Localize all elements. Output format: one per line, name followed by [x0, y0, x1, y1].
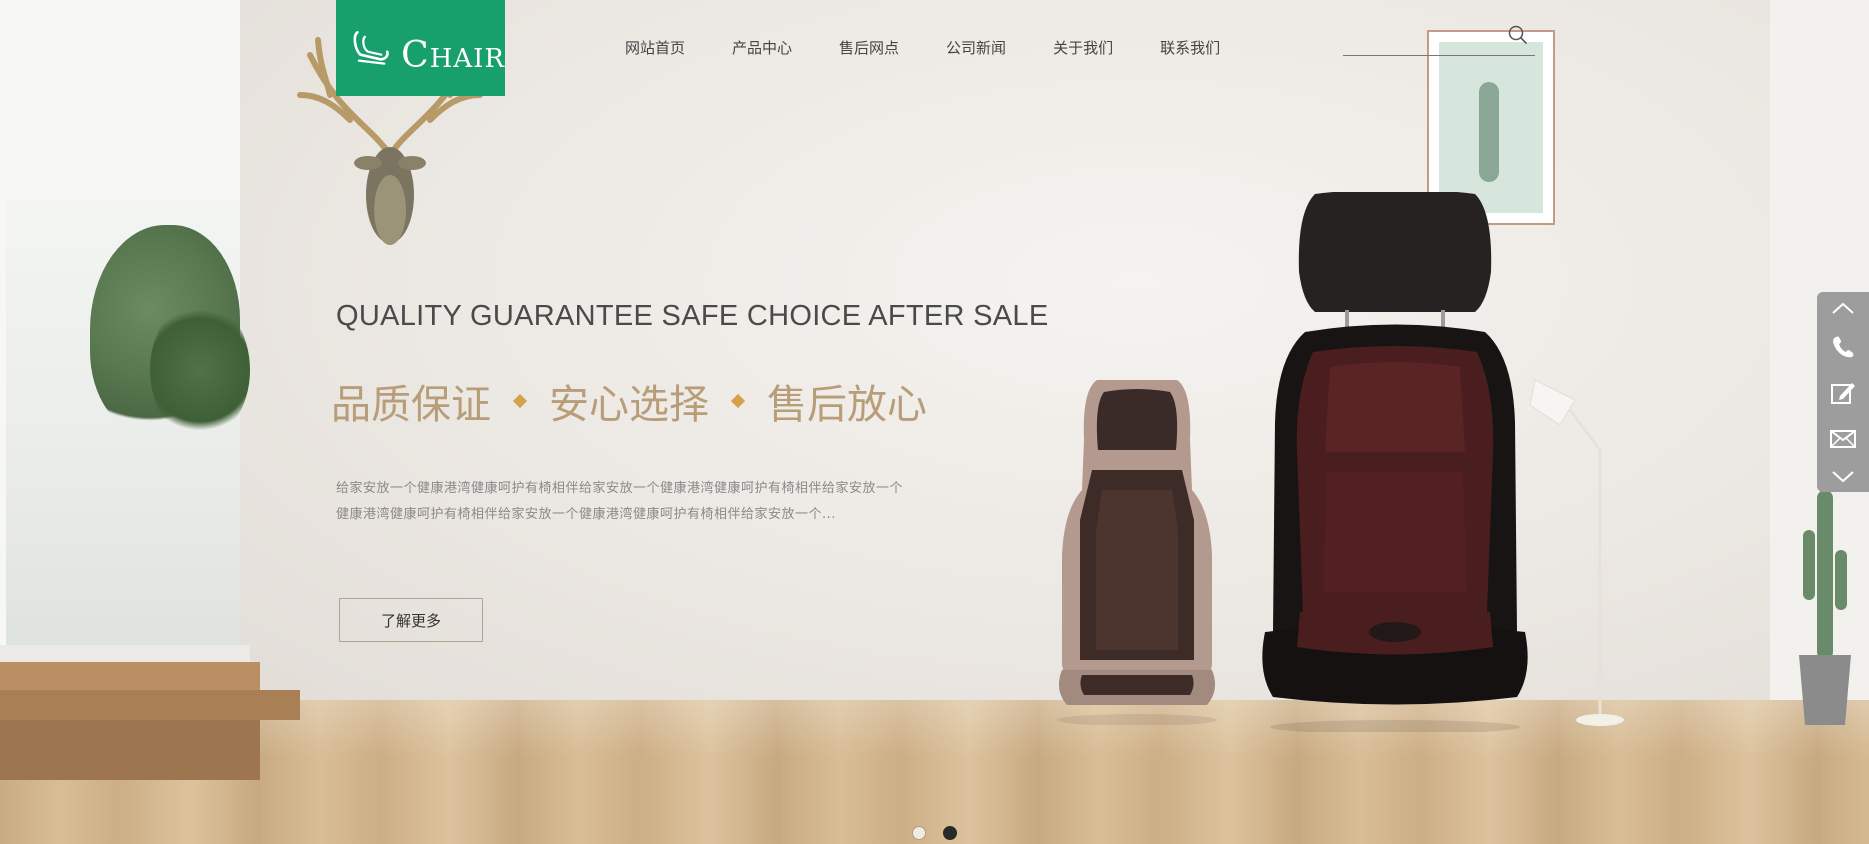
tree-shadow	[150, 300, 250, 440]
potted-plant	[1799, 490, 1851, 725]
hero-background	[0, 0, 1869, 844]
nav-contact[interactable]: 联系我们	[1160, 36, 1220, 60]
step	[0, 662, 260, 690]
diamond-separator-icon	[512, 393, 528, 409]
main-nav: 网站首页 产品中心 售后网点 公司新闻 关于我们 联系我们	[625, 36, 1267, 60]
nav-service-points[interactable]: 售后网点	[839, 36, 899, 60]
hero-title-cn-2: 安心选择	[549, 382, 709, 428]
cactus-illustration	[1479, 82, 1499, 182]
phone-button[interactable]	[1817, 324, 1869, 370]
chevron-up-icon	[1832, 302, 1854, 314]
nav-about[interactable]: 关于我们	[1053, 36, 1113, 60]
search-input[interactable]	[1343, 28, 1507, 54]
frame-picture	[1439, 42, 1543, 213]
nav-home[interactable]: 网站首页	[625, 36, 685, 60]
hero-title-cn: 品质保证 安心选择 售后放心	[331, 372, 927, 430]
window-ledge	[0, 645, 250, 663]
slide-dot-1[interactable]	[912, 826, 926, 840]
scroll-down-button[interactable]	[1817, 462, 1869, 492]
search-icon[interactable]	[1507, 24, 1529, 46]
slider-pagination	[912, 826, 974, 840]
hero-description: 给家安放一个健康港湾健康呵护有椅相伴给家安放一个健康港湾健康呵护有椅相伴给家安放…	[336, 481, 904, 522]
product-image-massage-cushion-small[interactable]	[1042, 380, 1232, 725]
hero-title-cn-1: 品质保证	[331, 382, 491, 428]
logo-word: HAIR	[429, 43, 505, 74]
site-logo[interactable]: CHAIR	[336, 0, 505, 96]
floating-contact-sidebar	[1817, 292, 1869, 492]
phone-icon	[1833, 336, 1854, 358]
logo-initial: C	[401, 34, 430, 76]
nav-products[interactable]: 产品中心	[732, 36, 792, 60]
feedback-button[interactable]	[1817, 370, 1869, 416]
chevron-down-icon	[1832, 471, 1854, 483]
step	[0, 690, 300, 720]
mail-icon	[1830, 430, 1856, 448]
edit-icon	[1831, 383, 1855, 404]
chair-logo-icon	[353, 31, 389, 65]
hero-title-cn-3: 售后放心	[767, 382, 927, 428]
slide-dot-2[interactable]	[943, 826, 957, 840]
hero-title-en: QUALITY GUARANTEE SAFE CHOICE AFTER SALE	[336, 300, 1049, 332]
step	[0, 720, 260, 780]
logo-text: CHAIR	[401, 35, 505, 76]
search-box	[1343, 24, 1535, 56]
search-underline	[1343, 55, 1535, 56]
diamond-separator-icon	[730, 393, 746, 409]
floor-lamp	[1530, 379, 1624, 726]
nav-news[interactable]: 公司新闻	[946, 36, 1006, 60]
learn-more-button[interactable]: 了解更多	[339, 598, 483, 642]
scroll-up-button[interactable]	[1817, 292, 1869, 324]
product-image-massage-chair-large[interactable]	[1255, 192, 1535, 732]
mail-button[interactable]	[1817, 416, 1869, 462]
